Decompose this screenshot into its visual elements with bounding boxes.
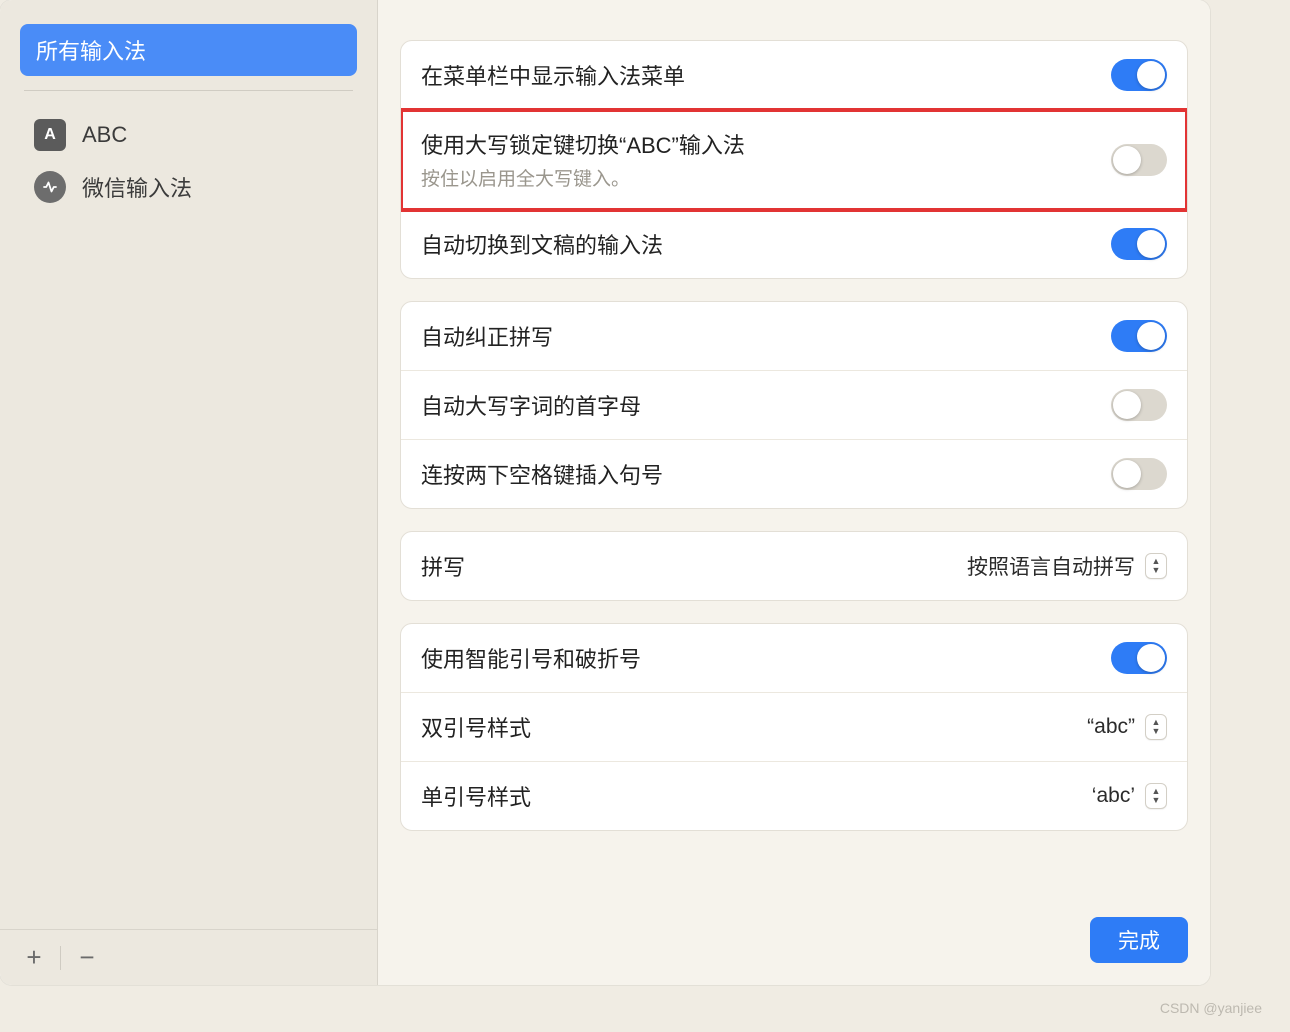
dropdown-single-quote[interactable]: ‘abc’ ▲▼ [1092,783,1167,809]
row-title: 自动大写字词的首字母 [421,389,1111,421]
footer: 完成 [400,897,1188,963]
toggle-double-space-period[interactable] [1111,458,1167,490]
sidebar-divider [24,90,353,91]
group-quotes: 使用智能引号和破折号 双引号样式 “abc” ▲▼ 单引号样式 ‘abc’ ▲▼ [400,623,1188,831]
row-title: 在菜单栏中显示输入法菜单 [421,59,1111,91]
sidebar-top: 所有输入法 A ABC 微信输入法 [0,0,377,929]
sidebar-item-abc[interactable]: A ABC [20,109,357,161]
row-double-space-period: 连按两下空格键插入句号 [401,440,1187,508]
row-auto-capitalize: 自动大写字词的首字母 [401,371,1187,440]
add-input-source-button[interactable]: + [16,940,52,976]
watermark: CSDN @yanjiee [1160,1000,1262,1016]
toggle-auto-capitalize[interactable] [1111,389,1167,421]
dropdown-value: 按照语言自动拼写 [967,551,1135,581]
row-smart-quotes: 使用智能引号和破折号 [401,624,1187,693]
row-subtitle: 按住以启用全大写键入。 [421,164,1111,191]
row-title: 使用大写锁定键切换“ABC”输入法 [421,128,1111,160]
sidebar-item-wechat[interactable]: 微信输入法 [20,161,357,213]
row-title: 自动纠正拼写 [421,320,1111,352]
row-auto-switch-document: 自动切换到文稿的输入法 [401,210,1187,278]
sidebar-all-input-sources[interactable]: 所有输入法 [20,24,357,76]
row-single-quote-style: 单引号样式 ‘abc’ ▲▼ [401,762,1187,830]
toolbar-separator [60,946,61,970]
dropdown-spelling[interactable]: 按照语言自动拼写 ▲▼ [967,551,1167,581]
sidebar: 所有输入法 A ABC 微信输入法 + − [0,0,378,985]
toggle-smart-quotes[interactable] [1111,642,1167,674]
row-autocorrect: 自动纠正拼写 [401,302,1187,371]
row-spelling: 拼写 按照语言自动拼写 ▲▼ [401,532,1187,600]
row-show-input-menu: 在菜单栏中显示输入法菜单 [401,41,1187,110]
remove-input-source-button[interactable]: − [69,940,105,976]
sidebar-toolbar: + − [0,929,377,985]
row-capslock-switch: 使用大写锁定键切换“ABC”输入法 按住以启用全大写键入。 [401,110,1187,210]
toggle-show-input-menu[interactable] [1111,59,1167,91]
minus-icon: − [79,942,94,973]
updown-icon: ▲▼ [1145,783,1167,809]
group-input-menu: 在菜单栏中显示输入法菜单 使用大写锁定键切换“ABC”输入法 按住以启用全大写键… [400,40,1188,279]
row-title: 拼写 [421,550,967,582]
keyboard-settings-window: 所有输入法 A ABC 微信输入法 + − [0,0,1210,985]
row-double-quote-style: 双引号样式 “abc” ▲▼ [401,693,1187,762]
toggle-auto-switch-document[interactable] [1111,228,1167,260]
wechat-icon [34,171,66,203]
dropdown-value: “abc” [1087,715,1135,739]
updown-icon: ▲▼ [1145,553,1167,579]
updown-icon: ▲▼ [1145,714,1167,740]
plus-icon: + [26,942,41,973]
toggle-capslock-switch[interactable] [1111,144,1167,176]
main-panel: 在菜单栏中显示输入法菜单 使用大写锁定键切换“ABC”输入法 按住以启用全大写键… [378,0,1210,985]
row-title: 连按两下空格键插入句号 [421,458,1111,490]
row-title: 使用智能引号和破折号 [421,642,1111,674]
dropdown-value: ‘abc’ [1092,784,1135,808]
row-title: 单引号样式 [421,780,1092,812]
sidebar-item-label: 微信输入法 [82,171,192,203]
toggle-autocorrect[interactable] [1111,320,1167,352]
row-title: 双引号样式 [421,711,1087,743]
sidebar-selected-label: 所有输入法 [36,39,146,64]
settings-groups: 在菜单栏中显示输入法菜单 使用大写锁定键切换“ABC”输入法 按住以启用全大写键… [400,40,1188,897]
group-spelling: 拼写 按照语言自动拼写 ▲▼ [400,531,1188,601]
abc-icon: A [34,119,66,151]
done-button[interactable]: 完成 [1090,917,1188,963]
row-title: 自动切换到文稿的输入法 [421,228,1111,260]
done-label: 完成 [1118,930,1160,953]
sidebar-item-label: ABC [82,122,127,148]
dropdown-double-quote[interactable]: “abc” ▲▼ [1087,714,1167,740]
group-text-correction: 自动纠正拼写 自动大写字词的首字母 连按两下空格键插入句号 [400,301,1188,509]
